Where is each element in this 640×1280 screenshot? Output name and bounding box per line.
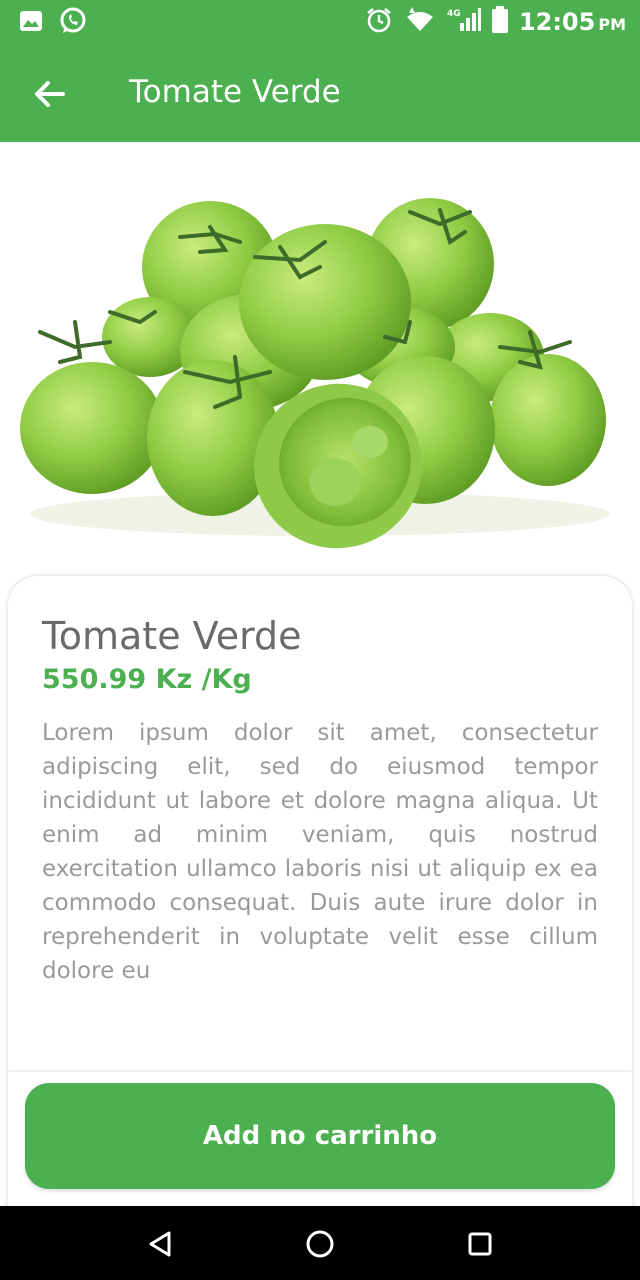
back-arrow-icon — [35, 81, 65, 107]
nav-back-icon — [149, 1231, 171, 1257]
clock-ampm: PM — [598, 15, 626, 34]
product-price: 550.99 Kz /Kg — [42, 664, 252, 695]
gallery-icon — [18, 8, 44, 38]
app-bar: Tomate Verde — [0, 44, 640, 142]
status-clock: 12:05 PM — [519, 8, 626, 36]
status-bar-right: 4G 12:05 PM — [365, 5, 626, 38]
alarm-icon — [365, 6, 393, 38]
signal-icon: 4G — [447, 7, 481, 37]
product-image — [0, 142, 640, 572]
nav-recents-icon — [468, 1232, 492, 1256]
product-name: Tomate Verde — [42, 614, 302, 658]
clock-time: 12:05 — [518, 8, 596, 36]
card-divider — [8, 1070, 632, 1072]
nav-home-button[interactable] — [300, 1224, 340, 1264]
nav-recents-button[interactable] — [460, 1224, 500, 1264]
wifi-icon — [403, 5, 437, 37]
app-bar-title: Tomate Verde — [129, 74, 341, 110]
back-button[interactable] — [26, 70, 74, 118]
whatsapp-icon — [58, 6, 88, 40]
add-to-cart-button[interactable]: Add no carrinho — [25, 1083, 615, 1189]
status-bar: 4G 12:05 PM — [0, 0, 640, 44]
system-nav-bar — [0, 1206, 640, 1280]
status-bar-left — [18, 6, 88, 40]
nav-back-button[interactable] — [140, 1224, 180, 1264]
nav-home-icon — [306, 1230, 334, 1258]
network-type-label: 4G — [447, 9, 461, 19]
product-description: Lorem ipsum dolor sit amet, consectetur … — [42, 720, 598, 984]
battery-icon — [491, 6, 509, 38]
